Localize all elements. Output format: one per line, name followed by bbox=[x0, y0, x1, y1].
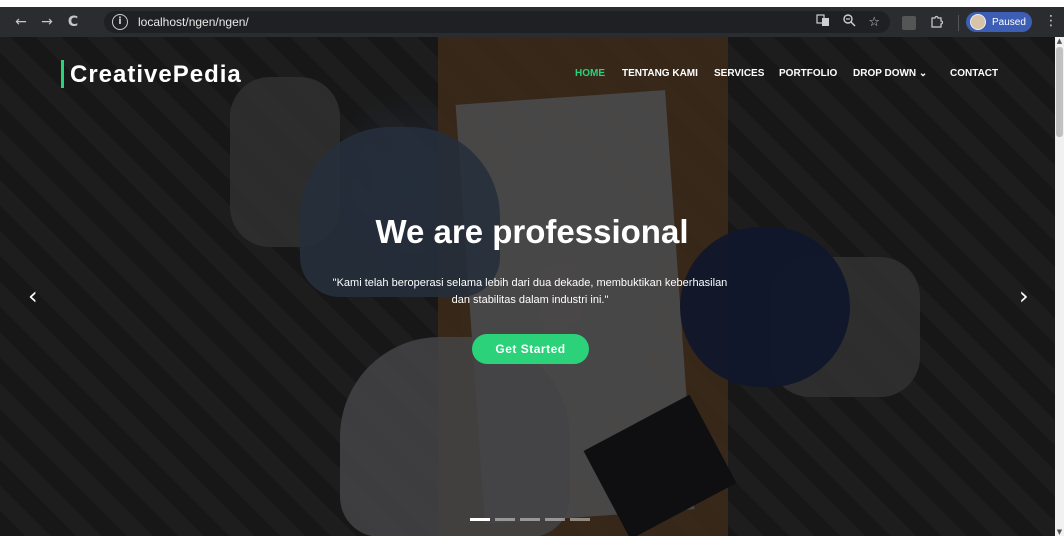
address-bar[interactable]: i localhost/ngen/ngen/ ☆ bbox=[104, 11, 890, 33]
toolbar-divider bbox=[958, 15, 959, 31]
page-scrollbar[interactable]: ▲ ▼ bbox=[1055, 37, 1064, 536]
nav-portfolio[interactable]: PORTFOLIO bbox=[779, 68, 837, 79]
scrollbar-thumb[interactable] bbox=[1056, 47, 1063, 137]
reload-icon[interactable]: C bbox=[60, 7, 86, 37]
forward-icon[interactable]: → bbox=[34, 7, 60, 37]
hero-subtitle: "Kami telah beroperasi selama lebih dari… bbox=[332, 277, 728, 306]
translate-icon[interactable] bbox=[816, 13, 830, 31]
carousel-indicator[interactable] bbox=[570, 518, 590, 521]
nav-home[interactable]: HOME bbox=[575, 68, 605, 79]
back-icon[interactable]: ← bbox=[8, 7, 34, 37]
extensions-area bbox=[902, 14, 959, 32]
carousel-indicator[interactable] bbox=[545, 518, 565, 521]
browser-toolbar: ← → C i localhost/ngen/ngen/ ☆ Paused ⋮ bbox=[0, 7, 1064, 37]
nav-tentang-kami[interactable]: TENTANG KAMI bbox=[622, 68, 698, 79]
nav-services[interactable]: SERVICES bbox=[714, 68, 764, 79]
profile-label: Paused bbox=[992, 16, 1026, 28]
carousel-indicators bbox=[470, 518, 590, 521]
get-started-button[interactable]: Get Started bbox=[472, 334, 589, 364]
extension-icon[interactable] bbox=[902, 16, 916, 30]
puzzle-icon[interactable] bbox=[930, 14, 944, 32]
scroll-up-icon[interactable]: ▲ bbox=[1055, 37, 1064, 45]
profile-button[interactable]: Paused bbox=[966, 12, 1032, 32]
main-navigation: HOME TENTANG KAMI SERVICES PORTFOLIO DRO… bbox=[0, 68, 1055, 82]
carousel-prev-icon[interactable]: ‹ bbox=[28, 282, 38, 310]
nav-contact[interactable]: CONTACT bbox=[950, 68, 998, 79]
carousel-indicator[interactable] bbox=[470, 518, 490, 521]
url-text[interactable]: localhost/ngen/ngen/ bbox=[138, 15, 249, 29]
zoom-icon[interactable] bbox=[842, 13, 856, 31]
menu-icon[interactable]: ⋮ bbox=[1044, 13, 1058, 29]
nav-drop-down[interactable]: DROP DOWN ⌄ bbox=[853, 68, 927, 79]
avatar bbox=[970, 14, 986, 30]
scroll-down-icon[interactable]: ▼ bbox=[1055, 528, 1064, 536]
site-info-icon[interactable]: i bbox=[112, 14, 128, 30]
hero-carousel: CreativePedia HOME TENTANG KAMI SERVICES… bbox=[0, 37, 1055, 536]
carousel-indicator[interactable] bbox=[520, 518, 540, 521]
star-icon[interactable]: ☆ bbox=[868, 15, 880, 30]
carousel-indicator[interactable] bbox=[495, 518, 515, 521]
carousel-next-icon[interactable]: › bbox=[1019, 282, 1029, 310]
top-strip bbox=[0, 0, 1064, 7]
hero-title: We are professional bbox=[375, 213, 689, 250]
